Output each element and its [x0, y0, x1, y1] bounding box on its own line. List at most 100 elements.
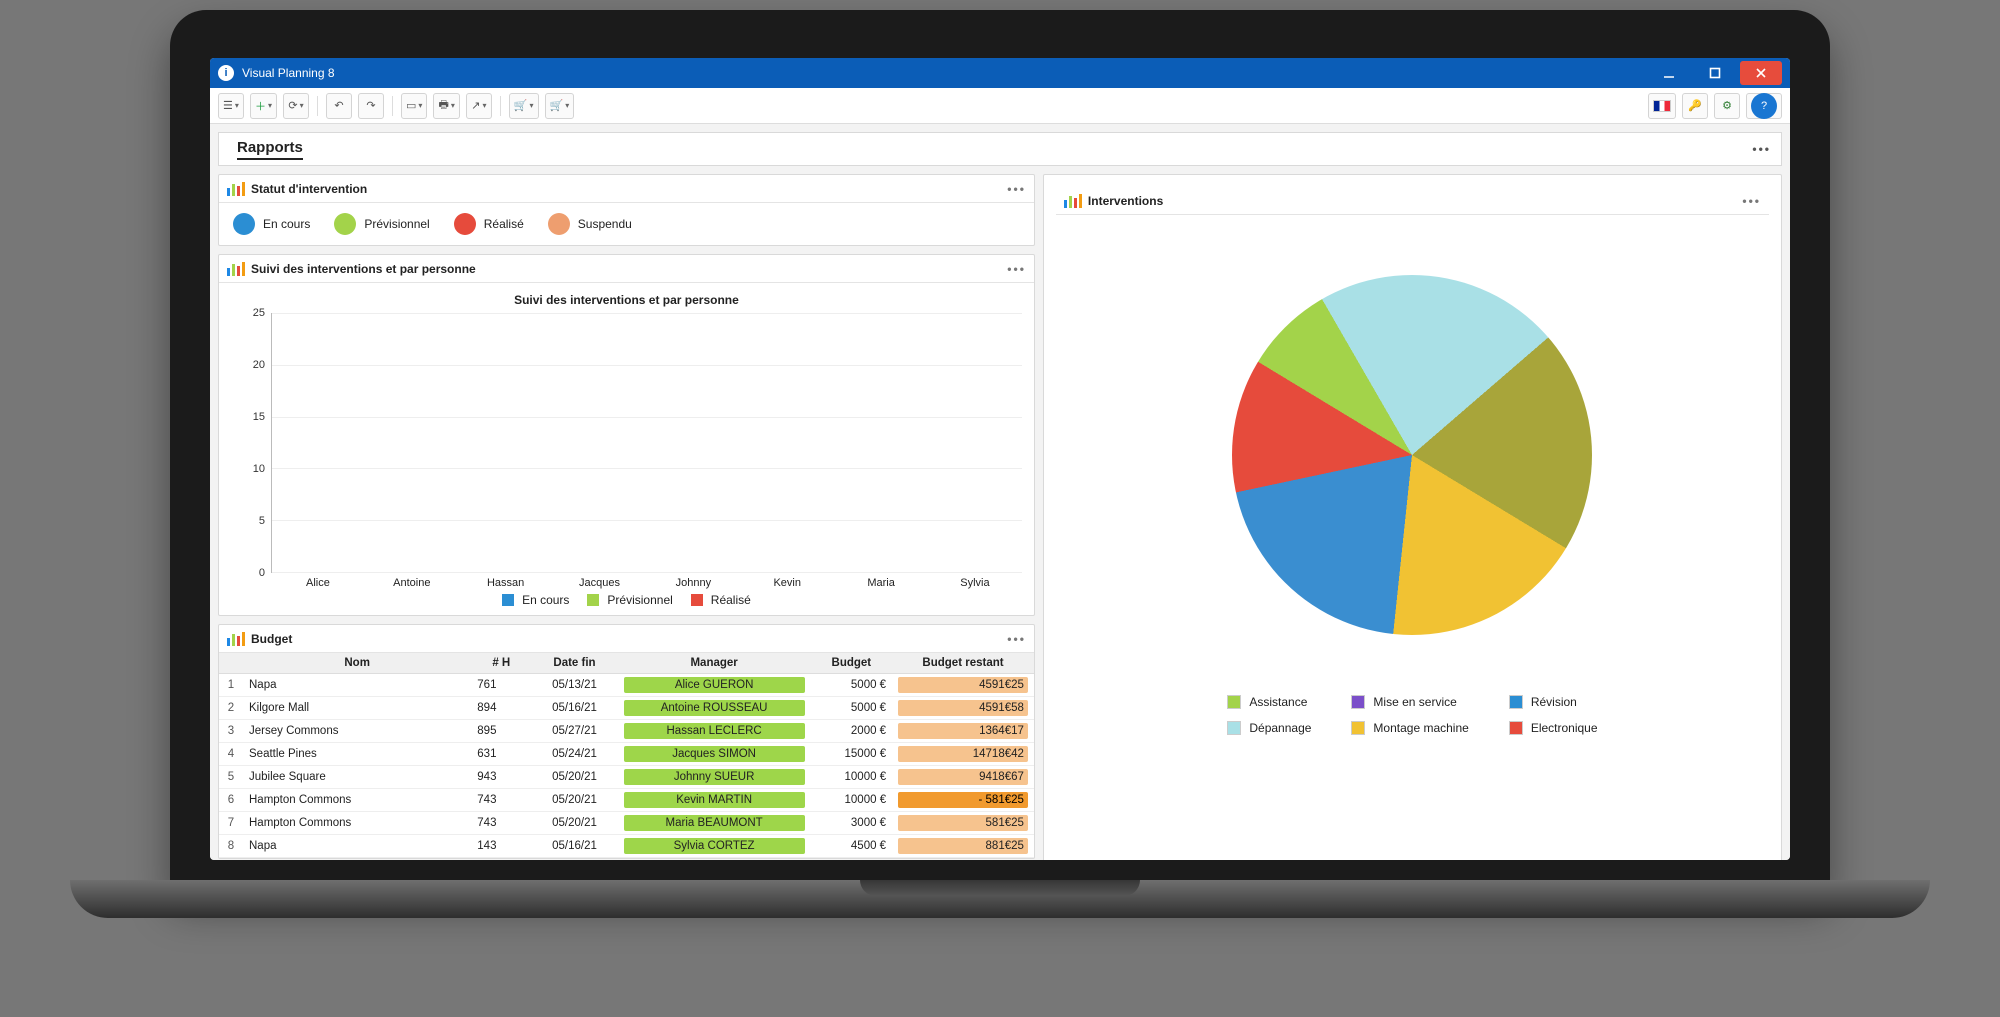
table-row[interactable]: 1Napa76105/13/21Alice GUERON5000 €4591€2…	[219, 674, 1034, 697]
manager-cell: Kevin MARTIN	[624, 792, 805, 808]
legend-label: En cours	[263, 217, 310, 231]
rapports-more-icon[interactable]: •••	[1752, 142, 1771, 156]
legend-swatch-icon	[1351, 695, 1365, 709]
legend-label: Suspendu	[578, 217, 632, 231]
legend-swatch-icon	[691, 594, 703, 606]
legend-label: Révision	[1531, 695, 1577, 709]
refresh-button[interactable]: ⟳▾	[283, 93, 309, 119]
legend-dot-icon	[548, 213, 570, 235]
rapports-title: Rapports	[237, 139, 303, 160]
menu-button[interactable]: ☰▾	[218, 93, 244, 119]
column-header[interactable]: Nom	[243, 653, 471, 674]
panel-more-icon[interactable]: •••	[1742, 194, 1761, 208]
column-header[interactable]: Manager	[618, 653, 811, 674]
legend-item[interactable]: Réalisé	[691, 593, 751, 607]
panel-budget-title: Budget	[251, 632, 292, 646]
x-axis-label: Johnny	[665, 577, 721, 589]
x-axis-label: Hassan	[478, 577, 534, 589]
column-header[interactable]: # H	[471, 653, 531, 674]
column-header[interactable]	[219, 653, 243, 674]
print-button[interactable]: 🖶▾	[433, 93, 459, 119]
content-area: Rapports ••• Statut d'intervention ••• E…	[210, 124, 1790, 860]
legend-label: Montage machine	[1373, 721, 1468, 735]
pie-legend: Assistance Mise en service Révision Dépanna…	[1227, 695, 1597, 735]
table-row[interactable]: 5Jubilee Square94305/20/21Johnny SUEUR10…	[219, 766, 1034, 789]
pie-chart	[1232, 275, 1592, 635]
table-row[interactable]: 8Napa14305/16/21Sylvia CORTEZ4500 €881€2…	[219, 835, 1034, 858]
window-close-button[interactable]	[1740, 61, 1782, 85]
window-titlebar: i Visual Planning 8	[210, 58, 1790, 88]
legend-item[interactable]: Réalisé	[454, 213, 524, 235]
legend-item[interactable]: Suspendu	[548, 213, 632, 235]
budget-remaining-cell: 881€25	[898, 838, 1028, 854]
legend-item[interactable]: En cours	[502, 593, 569, 607]
legend-label: Prévisionnel	[364, 217, 429, 231]
legend-item[interactable]: Mise en service	[1351, 695, 1468, 709]
legend-swatch-icon	[1509, 695, 1523, 709]
x-axis-label: Alice	[290, 577, 346, 589]
column-header[interactable]: Budget	[811, 653, 893, 674]
help-button[interactable]: ?	[1746, 93, 1782, 119]
x-axis-label: Sylvia	[947, 577, 1003, 589]
legend-label: Réalisé	[711, 593, 751, 607]
legend-swatch-icon	[1227, 721, 1241, 735]
manager-cell: Sylvia CORTEZ	[624, 838, 805, 854]
panel-more-icon[interactable]: •••	[1007, 262, 1026, 276]
key-button[interactable]: 🔑	[1682, 93, 1708, 119]
legend-label: Dépannage	[1249, 721, 1311, 735]
table-row[interactable]: 6Hampton Commons74305/20/21Kevin MARTIN1…	[219, 789, 1034, 812]
table-row[interactable]: 7Hampton Commons74305/20/21Maria BEAUMON…	[219, 812, 1034, 835]
cart-remove-button[interactable]: 🛒▾	[545, 93, 575, 119]
manager-cell: Antoine ROUSSEAU	[624, 700, 805, 716]
manager-cell: Maria BEAUMONT	[624, 815, 805, 831]
legend-label: Prévisionnel	[607, 593, 672, 607]
chart-title: Suivi des interventions et par personne	[231, 293, 1022, 307]
legend-label: Réalisé	[484, 217, 524, 231]
undo-button[interactable]: ↶	[326, 93, 352, 119]
cart-add-button[interactable]: 🛒▾	[509, 93, 539, 119]
table-row[interactable]: 4Seattle Pines63105/24/21Jacques SIMON15…	[219, 743, 1034, 766]
table-row[interactable]: 2Kilgore Mall89405/16/21Antoine ROUSSEAU…	[219, 697, 1034, 720]
column-header[interactable]: Budget restant	[892, 653, 1034, 674]
export-button[interactable]: ↗▾	[466, 93, 492, 119]
legend-item[interactable]: En cours	[233, 213, 310, 235]
bar-chart: 0510152025	[231, 313, 1022, 573]
budget-remaining-cell: 9418€67	[898, 769, 1028, 785]
panel-suivi-title: Suivi des interventions et par personne	[251, 262, 476, 276]
x-axis-label: Kevin	[759, 577, 815, 589]
window-maximize-button[interactable]	[1694, 61, 1736, 85]
panel-more-icon[interactable]: •••	[1007, 182, 1026, 196]
add-button[interactable]: ＋▾	[250, 93, 277, 119]
legend-item[interactable]: Prévisionnel	[587, 593, 672, 607]
table-row[interactable]: 3Jersey Commons89505/27/21Hassan LECLERC…	[219, 720, 1034, 743]
legend-swatch-icon	[587, 594, 599, 606]
legend-item[interactable]: Dépannage	[1227, 721, 1311, 735]
x-axis-label: Jacques	[572, 577, 628, 589]
layout-button[interactable]: ▭▾	[401, 93, 427, 119]
legend-item[interactable]: Montage machine	[1351, 721, 1468, 735]
manager-cell: Alice GUERON	[624, 677, 805, 693]
legend-item[interactable]: Révision	[1509, 695, 1598, 709]
budget-remaining-cell: 4591€25	[898, 677, 1028, 693]
legend-item[interactable]: Electronique	[1509, 721, 1598, 735]
settings-button[interactable]: ⚙	[1714, 93, 1740, 119]
budget-remaining-cell: - 581€25	[898, 792, 1028, 808]
manager-cell: Hassan LECLERC	[624, 723, 805, 739]
legend-item[interactable]: Assistance	[1227, 695, 1311, 709]
column-header[interactable]: Date fin	[531, 653, 617, 674]
panel-statut-title: Statut d'intervention	[251, 182, 367, 196]
bars-icon	[1064, 194, 1082, 208]
language-button[interactable]	[1648, 93, 1676, 119]
budget-remaining-cell: 4591€58	[898, 700, 1028, 716]
legend-swatch-icon	[1227, 695, 1241, 709]
manager-cell: Johnny SUEUR	[624, 769, 805, 785]
panel-more-icon[interactable]: •••	[1007, 632, 1026, 646]
manager-cell: Jacques SIMON	[624, 746, 805, 762]
redo-button[interactable]: ↷	[358, 93, 384, 119]
window-minimize-button[interactable]	[1648, 61, 1690, 85]
legend-item[interactable]: Prévisionnel	[334, 213, 429, 235]
app-title: Visual Planning 8	[242, 66, 335, 80]
budget-remaining-cell: 581€25	[898, 815, 1028, 831]
legend-swatch-icon	[1509, 721, 1523, 735]
bars-icon	[227, 262, 245, 276]
